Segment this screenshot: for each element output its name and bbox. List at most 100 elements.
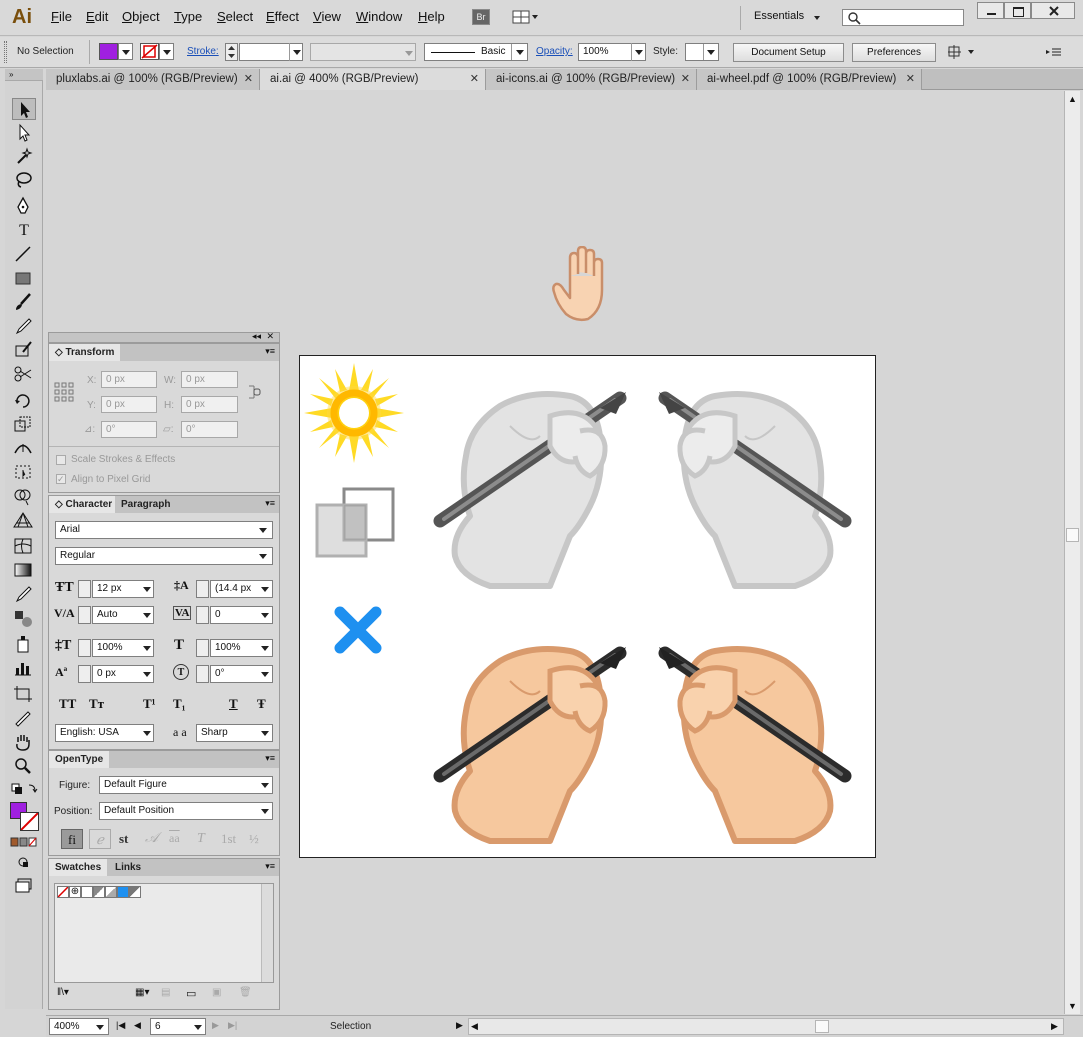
position-dropdown-arrow[interactable] [261, 809, 269, 814]
stroke-weight-dropdown[interactable] [289, 43, 303, 61]
show-swatch-kinds-icon[interactable]: ▦▾ [135, 987, 149, 998]
arrange-documents-icon[interactable] [512, 9, 540, 25]
free-transform-tool[interactable] [12, 462, 36, 484]
leading-stepper[interactable] [196, 580, 209, 598]
search-input[interactable] [842, 9, 964, 26]
opacity-dropdown[interactable] [631, 43, 646, 61]
swatch-registration[interactable]: ⊕ [69, 886, 81, 898]
position-select[interactable]: Default Position [99, 802, 273, 820]
rotate-tool[interactable] [12, 390, 36, 412]
shear-input[interactable]: 0° [181, 421, 238, 438]
panel-menu-icon[interactable]: ▾≡ [265, 753, 275, 764]
font-size-dropdown-arrow[interactable] [143, 587, 151, 592]
close-window-button[interactable] [1031, 2, 1075, 19]
stroke-swatch[interactable] [20, 812, 39, 831]
figure-dropdown-arrow[interactable] [261, 783, 269, 788]
eyedropper-tool[interactable] [12, 584, 36, 606]
font-size-stepper[interactable] [78, 580, 91, 598]
anti-aliasing-dropdown-arrow[interactable] [261, 731, 269, 736]
fill-color-swatch[interactable] [99, 43, 118, 60]
font-family-select[interactable]: Arial [55, 521, 273, 539]
magic-wand-tool[interactable] [12, 146, 36, 168]
tab-links[interactable]: Links [109, 859, 148, 876]
close-tab-icon[interactable]: ✕ [470, 69, 479, 90]
rotate-input[interactable]: 0° [101, 421, 157, 438]
panel-dock-header[interactable]: ◂◂ ✕ [48, 331, 280, 343]
close-panel-icon[interactable]: ✕ [266, 331, 274, 342]
discretionary-ligatures-button[interactable]: st [119, 831, 128, 847]
scroll-up-arrow[interactable]: ▲ [1065, 91, 1080, 107]
paintbrush-tool[interactable] [12, 292, 36, 314]
panel-menu-icon[interactable]: ▾≡ [265, 861, 275, 872]
selection-tool[interactable] [12, 98, 36, 120]
menu-edit[interactable]: Edit [86, 8, 108, 26]
artboard[interactable] [299, 355, 876, 858]
titling-alternates-button[interactable]: T [197, 831, 205, 847]
delete-swatch-icon[interactable]: 🗑 [239, 987, 252, 998]
reference-point-icon[interactable] [54, 382, 74, 402]
menu-effect[interactable]: Effect [266, 8, 299, 26]
stroke-color-swatch[interactable] [140, 43, 159, 60]
swatch-gray[interactable] [93, 886, 105, 898]
mesh-tool[interactable] [12, 536, 36, 558]
strikethrough-button[interactable]: Ŧ [257, 696, 266, 712]
zoom-dropdown-arrow[interactable] [96, 1025, 104, 1030]
tab-pluxlabs[interactable]: pluxlabs.ai @ 100% (RGB/Preview) ✕ [46, 69, 260, 90]
perspective-grid-tool[interactable] [12, 510, 36, 532]
width-tool[interactable] [12, 438, 36, 460]
maximize-button[interactable] [1004, 2, 1031, 19]
language-select[interactable]: English: USA [55, 724, 154, 742]
gripper[interactable] [4, 41, 7, 63]
line-segment-tool[interactable] [12, 244, 36, 266]
swash-button[interactable]: 𝒜 [145, 831, 158, 847]
swatch-libraries-menu-icon[interactable]: ‖\▾ [57, 987, 69, 998]
horizontal-scale-stepper[interactable] [196, 639, 209, 657]
swatch-options-icon[interactable]: ▤ [161, 987, 170, 998]
stroke-weight-stepper[interactable] [225, 43, 238, 61]
constrain-proportions-icon[interactable] [245, 384, 263, 400]
tab-transform[interactable]: ◇ Transform [49, 344, 121, 361]
pencil-tool[interactable] [12, 316, 36, 338]
workspace-dropdown-arrow[interactable] [814, 16, 820, 20]
tracking-stepper[interactable] [196, 606, 209, 624]
close-tab-icon[interactable]: ✕ [681, 69, 690, 90]
shape-builder-tool[interactable] [12, 486, 36, 508]
swatch-dark[interactable] [129, 886, 141, 898]
character-rotation-stepper[interactable] [196, 665, 209, 683]
kerning-stepper[interactable] [78, 606, 91, 624]
leading-dropdown-arrow[interactable] [261, 587, 269, 592]
color-mode-icons[interactable] [10, 836, 38, 848]
draw-mode-icon[interactable] [14, 854, 36, 870]
fractions-button[interactable]: ½ [249, 831, 259, 847]
subscript-button[interactable]: T₁ [173, 696, 186, 712]
lasso-tool[interactable] [12, 170, 36, 192]
menu-view[interactable]: View [313, 8, 341, 26]
language-dropdown-arrow[interactable] [143, 731, 151, 736]
stroke-label[interactable]: Stroke: [187, 46, 219, 57]
y-input[interactable]: 0 px [101, 396, 157, 413]
variable-width-profile[interactable] [310, 43, 416, 61]
vertical-scroll-thumb[interactable] [1066, 528, 1079, 542]
bridge-button[interactable]: Br [472, 9, 490, 25]
toolbox-collapse-icon[interactable]: » [5, 69, 43, 81]
gradient-tool[interactable] [12, 560, 36, 582]
font-style-dropdown-arrow[interactable] [259, 554, 267, 559]
all-caps-button[interactable]: TT [59, 696, 76, 712]
tab-opentype[interactable]: OpenType [49, 751, 110, 768]
stylistic-alternates-button[interactable]: aa [169, 831, 180, 846]
contextual-alternates-button[interactable]: ℯ [89, 829, 111, 849]
menu-window[interactable]: Window [356, 8, 402, 26]
tab-ai-wheel[interactable]: ai-wheel.pdf @ 100% (RGB/Preview) ✕ [697, 69, 922, 90]
new-swatch-icon[interactable]: ▣ [212, 987, 221, 998]
type-tool[interactable]: T [12, 220, 36, 242]
horizontal-scale-dropdown-arrow[interactable] [261, 646, 269, 651]
swatch-blue[interactable] [117, 886, 129, 898]
status-menu-arrow[interactable]: ▶ [456, 1020, 463, 1031]
stroke-color-dropdown[interactable] [159, 43, 174, 60]
align-pixel-checkbox[interactable]: ✓ [56, 474, 66, 484]
scissors-tool[interactable] [12, 364, 36, 386]
new-color-group-icon[interactable]: ▭ [186, 987, 196, 1000]
superscript-button[interactable]: T¹ [143, 696, 156, 712]
last-artboard-icon[interactable]: ▶| [228, 1020, 237, 1031]
scale-tool[interactable] [12, 414, 36, 436]
